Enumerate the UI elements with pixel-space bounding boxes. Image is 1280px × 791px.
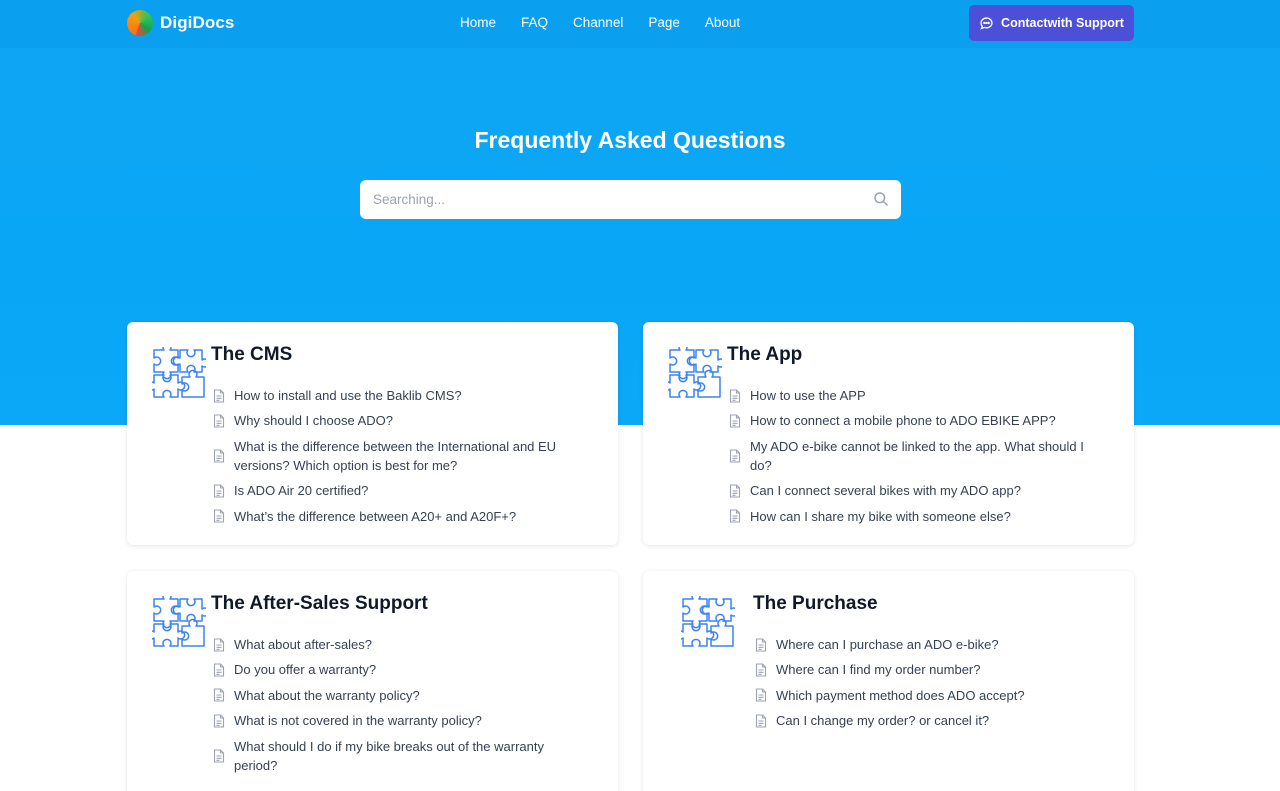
faq-item-label: What is the difference between the Inter… (234, 438, 557, 473)
puzzle-icon (662, 342, 726, 406)
faq-item[interactable]: What is the difference between the Inter… (213, 437, 588, 475)
faq-item-label: How to use the APP (750, 388, 866, 403)
faq-item[interactable]: How to connect a mobile phone to ADO EBI… (729, 411, 1109, 430)
faq-item[interactable]: Which payment method does ADO accept? (755, 686, 1075, 705)
faq-item-label: What about after-sales? (234, 637, 373, 652)
search-icon[interactable] (873, 191, 889, 212)
document-icon (755, 714, 767, 728)
faq-card-purchase: The Purchase Where can I purchase an ADO … (643, 571, 1134, 791)
main-nav: Home FAQ Channel Page About (460, 15, 765, 30)
nav-page[interactable]: Page (648, 15, 680, 30)
faq-item-label: How to connect a mobile phone to ADO EBI… (750, 413, 1056, 429)
card-title[interactable]: The After-Sales Support (211, 593, 428, 615)
document-icon (213, 509, 225, 523)
faq-item-label: Can I change my order? or cancel it? (776, 713, 990, 729)
faq-list: How to install and use the Baklib CMS? Wh… (213, 386, 588, 532)
document-icon (729, 484, 741, 498)
faq-item[interactable]: Can I connect several bikes with my ADO … (729, 481, 1109, 500)
faq-item[interactable]: What should I do if my bike breaks out o… (213, 737, 573, 775)
contact-support-button[interactable]: Contactwith Support (969, 5, 1134, 41)
search-input[interactable] (360, 180, 850, 219)
faq-item-label: How to install and use the Baklib CMS? (234, 388, 462, 403)
faq-item[interactable]: What about after-sales? (213, 635, 573, 654)
contact-support-label: Contactwith Support (1001, 16, 1124, 30)
faq-item[interactable]: My ADO e-bike cannot be linked to the ap… (729, 437, 1109, 475)
faq-item-label: My ADO e-bike cannot be linked to the ap… (750, 438, 1084, 473)
logo-icon (127, 10, 153, 36)
document-icon (213, 749, 225, 763)
document-icon (213, 449, 225, 463)
faq-list: How to use the APP How to connect a mobil… (729, 386, 1109, 532)
faq-item-label: Is ADO Air 20 certified? (234, 483, 369, 499)
document-icon (729, 388, 741, 403)
document-icon (729, 449, 741, 463)
card-title[interactable]: The Purchase (753, 593, 878, 615)
faq-item-label: Where can I purchase an ADO e-bike? (776, 637, 999, 652)
document-icon (755, 663, 767, 677)
faq-item-label: Where can I find my order number? (776, 662, 981, 678)
faq-item-label: Do you offer a warranty? (234, 662, 377, 678)
faq-card-cms: The CMS How to install and use the Baklib… (127, 322, 618, 545)
brand-name: DigiDocs (160, 13, 235, 32)
faq-item-label: Which payment method does ADO accept? (776, 687, 1025, 703)
faq-item[interactable]: Where can I purchase an ADO e-bike? (755, 635, 1075, 654)
faq-item-label: What is not covered in the warranty poli… (234, 713, 482, 729)
faq-item-label: What should I do if my bike breaks out o… (234, 738, 544, 773)
faq-list: What about after-sales? Do you offer a wa… (213, 635, 573, 781)
chat-bubble-icon (979, 16, 994, 31)
document-icon (755, 688, 767, 702)
faq-card-after-sales: The After-Sales Support What about after-… (127, 571, 618, 791)
nav-channel[interactable]: Channel (573, 15, 623, 30)
brand-logo[interactable]: DigiDocs (127, 10, 234, 36)
faq-item[interactable]: How can I share my bike with someone els… (729, 507, 1109, 526)
faq-item[interactable]: What is not covered in the warranty poli… (213, 711, 573, 730)
document-icon (213, 414, 225, 428)
card-title[interactable]: The CMS (211, 344, 292, 366)
nav-home[interactable]: Home (460, 15, 496, 30)
nav-about[interactable]: About (705, 15, 740, 30)
document-icon (213, 663, 225, 677)
faq-item[interactable]: Do you offer a warranty? (213, 660, 573, 679)
puzzle-icon (675, 591, 739, 655)
document-icon (755, 637, 767, 652)
document-icon (213, 688, 225, 702)
faq-item[interactable]: Why should I choose ADO? (213, 411, 588, 430)
nav-faq[interactable]: FAQ (521, 15, 548, 30)
card-title[interactable]: The App (727, 344, 802, 366)
document-icon (213, 714, 225, 728)
faq-item-label: What about the warranty policy? (234, 687, 420, 703)
faq-item[interactable]: Where can I find my order number? (755, 660, 1075, 679)
document-icon (213, 484, 225, 498)
faq-card-app: The App How to use the APP How to connect … (643, 322, 1134, 545)
puzzle-icon (146, 342, 210, 406)
search-box (360, 180, 901, 219)
faq-item[interactable]: What about the warranty policy? (213, 686, 573, 705)
document-icon (213, 637, 225, 652)
faq-item-label: Can I connect several bikes with my ADO … (750, 483, 1021, 499)
page-title: Frequently Asked Questions (474, 127, 786, 153)
faq-item[interactable]: What’s the difference between A20+ and A… (213, 507, 588, 526)
puzzle-icon (146, 591, 210, 655)
faq-item[interactable]: Is ADO Air 20 certified? (213, 481, 588, 500)
document-icon (729, 414, 741, 428)
faq-item[interactable]: How to install and use the Baklib CMS? (213, 386, 588, 405)
document-icon (213, 388, 225, 403)
faq-item[interactable]: Can I change my order? or cancel it? (755, 711, 1075, 730)
faq-item-label: How can I share my bike with someone els… (750, 508, 1011, 524)
document-icon (729, 509, 741, 523)
faq-item-label: What’s the difference between A20+ and A… (234, 508, 517, 524)
faq-list: Where can I purchase an ADO e-bike? Where… (755, 635, 1075, 737)
faq-item-label: Why should I choose ADO? (234, 413, 393, 429)
faq-item[interactable]: How to use the APP (729, 386, 1109, 405)
